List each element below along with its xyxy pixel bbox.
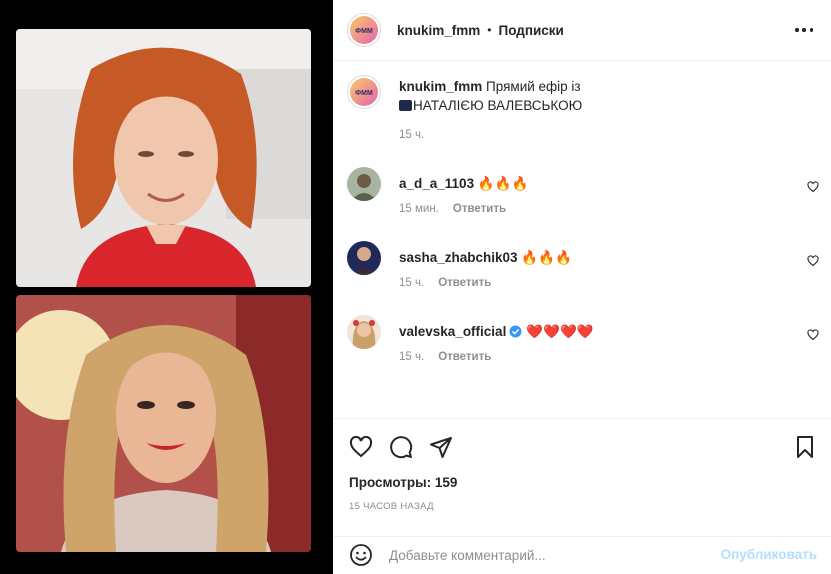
caption-username[interactable]: knukim_fmm (399, 79, 482, 94)
camera-emoji-icon (399, 100, 412, 111)
video-participant-bottom (16, 295, 311, 552)
comment-meta: 15 ч. Ответить (399, 277, 491, 289)
following-button[interactable]: Подписки (498, 23, 563, 38)
like-comment-heart-icon[interactable] (807, 181, 819, 193)
publish-button[interactable]: Опубликовать (721, 547, 817, 562)
comment-body: ❤️❤️❤️❤️ (526, 324, 594, 339)
smiley-icon[interactable] (349, 543, 373, 567)
comment-username[interactable]: valevska_official (399, 324, 506, 339)
post-actions: Просмотры: 159 15 ЧАСОВ НАЗАД (333, 418, 831, 536)
bookmark-icon[interactable] (793, 435, 817, 459)
author-avatar[interactable]: ФММ (347, 13, 381, 47)
video-participant-top (16, 29, 311, 287)
header-separator: • (487, 23, 492, 37)
views-count[interactable]: Просмотры: 159 (349, 475, 457, 490)
comment-item: a_d_a_1103 🔥🔥🔥 15 мин. Ответить (347, 167, 819, 223)
comment-text: a_d_a_1103 🔥🔥🔥 (399, 174, 528, 193)
reply-button[interactable]: Ответить (438, 351, 491, 363)
more-options-icon[interactable] (795, 22, 813, 38)
post-age: 15 ЧАСОВ НАЗАД (349, 501, 434, 512)
comment-bubble-icon[interactable] (389, 435, 413, 459)
caption-time: 15 ч. (399, 129, 425, 141)
commenter-avatar[interactable] (347, 315, 381, 349)
reply-button[interactable]: Ответить (453, 203, 506, 215)
comment-username[interactable]: a_d_a_1103 (399, 176, 474, 191)
caption-text: knukim_fmm Прямий ефір із НАТАЛІЄЮ ВАЛЕВ… (399, 77, 809, 115)
live-video-area (0, 0, 333, 574)
author-username[interactable]: knukim_fmm (397, 23, 480, 38)
reply-button[interactable]: Ответить (438, 277, 491, 289)
commenter-avatar[interactable] (347, 167, 381, 201)
comment-username[interactable]: sasha_zhabchik03 (399, 250, 518, 265)
comment-body: 🔥🔥🔥 (477, 176, 529, 191)
comment-body: 🔥🔥🔥 (521, 250, 572, 265)
comment-composer: Опубликовать (333, 536, 831, 574)
paper-plane-icon[interactable] (429, 435, 453, 459)
comments-list: ФММ knukim_fmm Прямий ефір із НАТАЛІЄЮ В… (333, 61, 831, 418)
comment-meta: 15 мин. Ответить (399, 203, 506, 215)
comment-meta: 15 ч. Ответить (399, 351, 491, 363)
like-comment-heart-icon[interactable] (807, 255, 819, 267)
comment-time: 15 мин. (399, 203, 439, 215)
svg-text:ФММ: ФММ (355, 90, 373, 97)
like-comment-heart-icon[interactable] (807, 329, 819, 341)
comment-text: sasha_zhabchik03 🔥🔥🔥 (399, 248, 572, 267)
caption-body: Прямий ефір із (486, 79, 581, 94)
commenter-avatar[interactable] (347, 241, 381, 275)
comment-input[interactable] (389, 545, 709, 565)
svg-text:ФММ: ФММ (355, 28, 373, 35)
post-panel: ФММ knukim_fmm • Подписки ФММ knukim_fmm… (333, 0, 831, 574)
post-header: ФММ knukim_fmm • Подписки (333, 0, 831, 61)
comment-time: 15 ч. (399, 277, 425, 289)
comment-item: sasha_zhabchik03 🔥🔥🔥 15 ч. Ответить (347, 241, 819, 297)
caption-body-line2: НАТАЛІЄЮ ВАЛЕВСЬКОЮ (413, 98, 583, 113)
comment-item: valevska_official ❤️❤️❤️❤️ 15 ч. Ответить (347, 315, 819, 371)
verified-badge-icon (509, 325, 522, 338)
comment-text: valevska_official ❤️❤️❤️❤️ (399, 322, 594, 341)
heart-icon[interactable] (349, 435, 373, 459)
caption-avatar[interactable]: ФММ (347, 75, 381, 109)
comment-time: 15 ч. (399, 351, 425, 363)
